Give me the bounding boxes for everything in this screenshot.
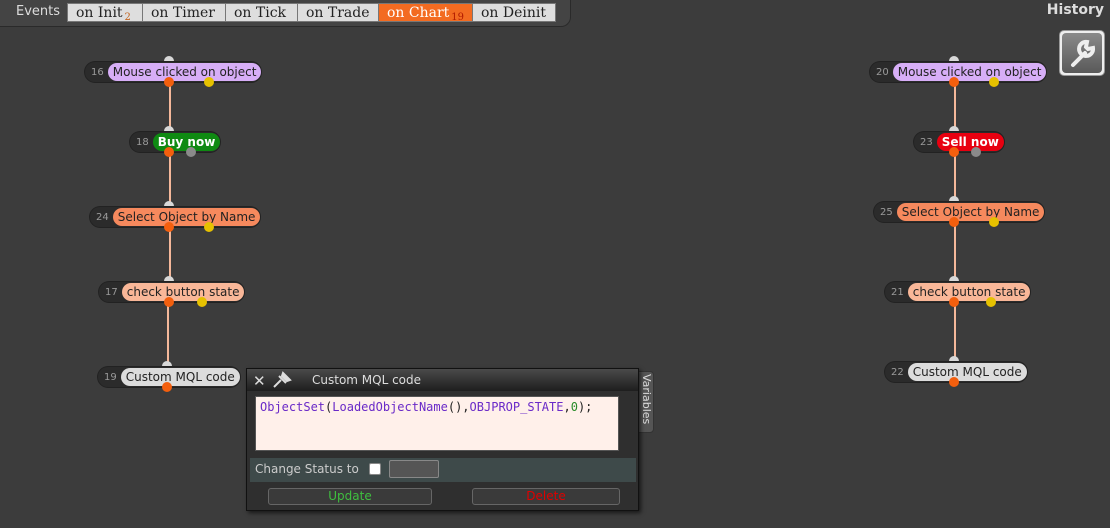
node-label: check button state	[907, 283, 1031, 301]
connector-wire	[167, 301, 169, 369]
variables-tab[interactable]: Variables	[638, 371, 654, 433]
output-port-alt[interactable]	[971, 147, 981, 157]
code-token: ,	[563, 400, 571, 414]
change-status-value[interactable]	[389, 460, 439, 478]
code-token: ObjectSet	[260, 400, 326, 414]
node-label: Sell now	[936, 133, 1004, 151]
tab-label: on Chart	[387, 5, 450, 21]
output-port[interactable]	[949, 217, 959, 227]
tab-badge: 19	[451, 12, 465, 23]
node-id: 19	[104, 371, 117, 383]
node-label: Custom MQL code	[120, 368, 240, 386]
delete-button[interactable]: Delete	[472, 488, 620, 505]
output-port[interactable]	[949, 297, 959, 307]
node-sell-now[interactable]: 23 Sell now	[914, 132, 1004, 152]
node-id: 24	[96, 211, 109, 223]
tab-label: on Deinit	[481, 5, 547, 21]
change-status-row: Change Status to	[250, 458, 636, 482]
dialog-header: ✕ Custom MQL code	[247, 369, 638, 391]
tab-label: on Trade	[306, 5, 370, 21]
code-token: (),	[447, 400, 470, 414]
node-id: 16	[91, 66, 104, 78]
output-port[interactable]	[949, 147, 959, 157]
code-editor[interactable]: ObjectSet(LoadedObjectName(),OBJPROP_STA…	[255, 396, 619, 451]
change-status-label: Change Status to	[255, 462, 359, 476]
tab-label: on Tick	[234, 5, 287, 21]
output-port[interactable]	[164, 147, 174, 157]
node-buy-now[interactable]: 18 Buy now	[130, 132, 221, 152]
tools-button[interactable]	[1059, 30, 1105, 76]
tab-label: on Init	[76, 5, 123, 21]
node-label: Select Object by Name	[896, 203, 1045, 221]
events-label: Events	[16, 4, 61, 19]
pin-icon[interactable]	[271, 371, 293, 392]
close-icon[interactable]: ✕	[253, 372, 266, 390]
custom-mql-dialog: ✕ Custom MQL code ObjectSet(LoadedObject…	[246, 368, 639, 511]
node-id: 23	[920, 136, 933, 148]
output-port-alt[interactable]	[197, 297, 207, 307]
node-label: Mouse clicked on object	[892, 63, 1047, 81]
tab-on-init[interactable]: on Init 2	[67, 3, 143, 23]
output-port[interactable]	[162, 382, 172, 392]
node-label: Custom MQL code	[907, 363, 1027, 381]
tab-label: on Timer	[151, 5, 215, 21]
output-port-alt[interactable]	[204, 222, 214, 232]
node-id: 21	[891, 286, 904, 298]
output-port[interactable]	[949, 377, 959, 387]
tab-on-trade[interactable]: on Trade	[297, 3, 379, 22]
node-select-object[interactable]: 24 Select Object by Name	[90, 207, 261, 227]
node-id: 22	[891, 366, 904, 378]
history-label[interactable]: History	[1047, 2, 1104, 18]
node-id: 17	[105, 286, 118, 298]
variables-label: Variables	[640, 374, 653, 425]
output-port-alt[interactable]	[989, 77, 999, 87]
node-id: 25	[880, 206, 893, 218]
tab-on-timer[interactable]: on Timer	[142, 3, 226, 22]
node-label: check button state	[121, 283, 245, 301]
output-port[interactable]	[949, 77, 959, 87]
output-port-alt[interactable]	[204, 77, 214, 87]
wrench-icon	[1062, 33, 1102, 73]
dialog-title: Custom MQL code	[312, 373, 422, 387]
output-port-alt[interactable]	[989, 217, 999, 227]
code-token: 0	[570, 400, 578, 414]
node-label: Mouse clicked on object	[107, 63, 262, 81]
events-tabbar: Events on Init 2 on Timer on Tick on Trad…	[0, 0, 571, 27]
output-port-alt[interactable]	[986, 297, 996, 307]
connector-wire	[954, 221, 956, 284]
connector-wire	[954, 301, 956, 364]
node-select-object[interactable]: 25 Select Object by Name	[874, 202, 1045, 222]
tab-on-chart[interactable]: on Chart 19	[378, 3, 473, 23]
tab-on-deinit[interactable]: on Deinit	[472, 3, 556, 22]
code-token: LoadedObjectName	[332, 400, 448, 414]
node-id: 18	[136, 136, 149, 148]
tab-badge: 2	[124, 12, 131, 23]
node-label: Select Object by Name	[112, 208, 261, 226]
output-port-alt[interactable]	[186, 147, 196, 157]
node-id: 20	[876, 66, 889, 78]
change-status-checkbox[interactable]	[369, 463, 381, 475]
output-port[interactable]	[164, 297, 174, 307]
tab-on-tick[interactable]: on Tick	[225, 3, 298, 22]
output-port[interactable]	[164, 222, 174, 232]
update-button[interactable]: Update	[268, 488, 432, 505]
code-token: );	[577, 400, 593, 414]
code-token: OBJPROP_STATE	[469, 400, 564, 414]
output-port[interactable]	[164, 77, 174, 87]
